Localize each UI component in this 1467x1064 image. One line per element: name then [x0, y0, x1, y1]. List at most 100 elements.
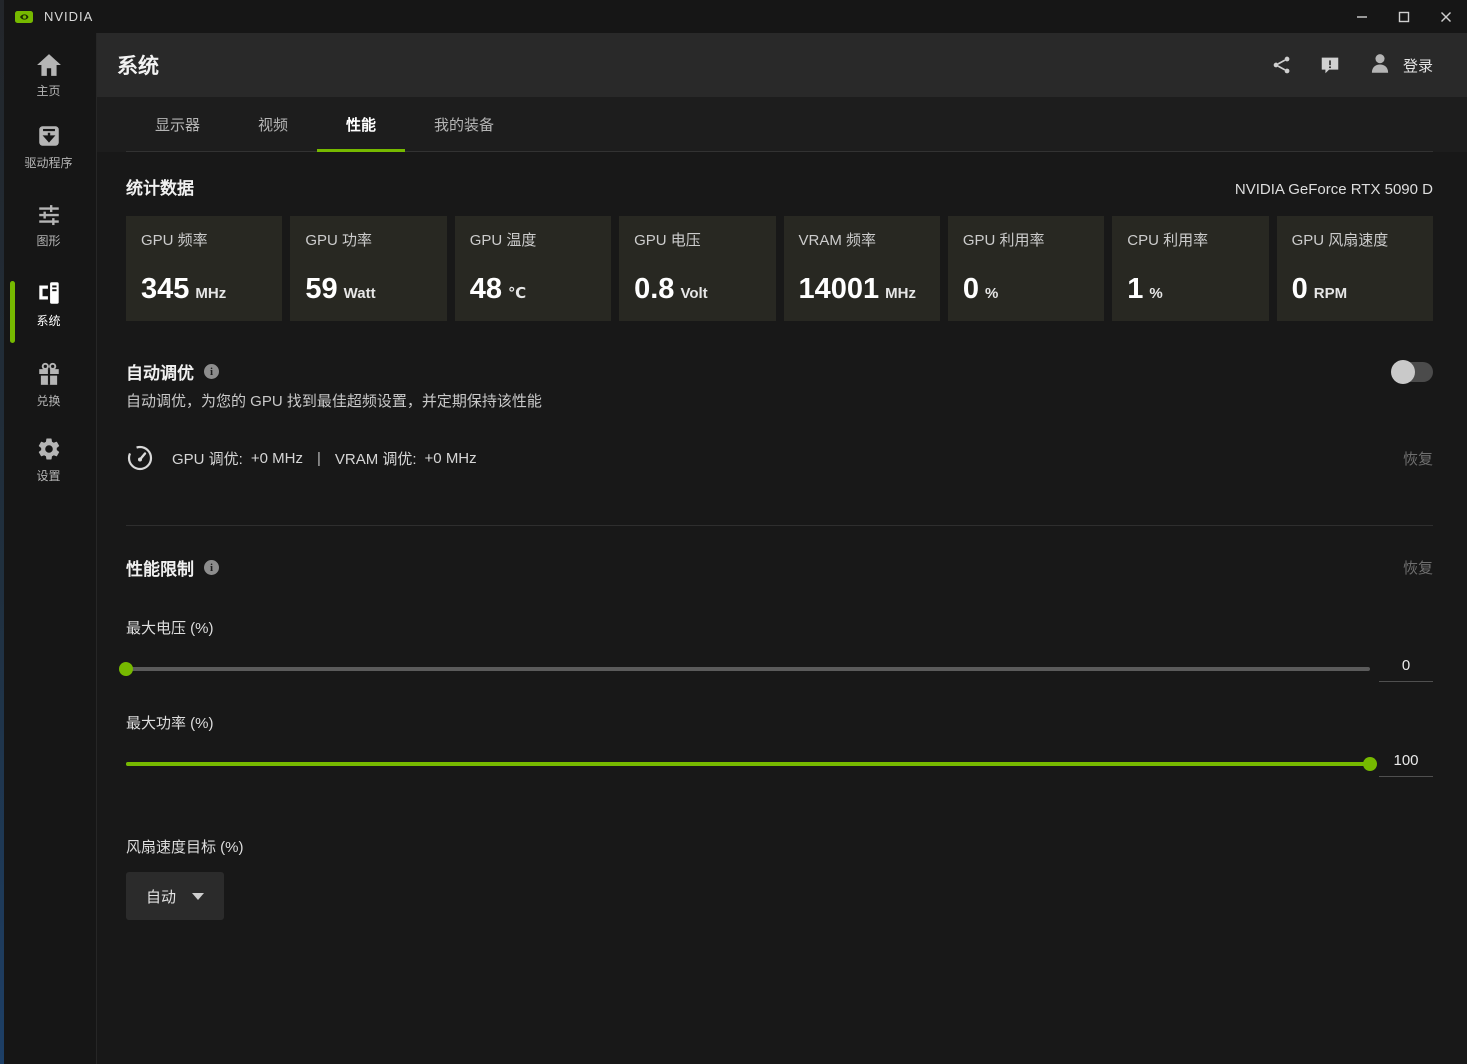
tab-label: 性能 — [346, 114, 376, 135]
performance-limits-restore-button[interactable]: 恢复 — [1403, 557, 1433, 578]
stat-label: GPU 风扇速度 — [1292, 229, 1418, 250]
toggle-knob — [1391, 360, 1415, 384]
gpu-tune-value: +0 MHz — [251, 450, 303, 467]
stat-label: VRAM 频率 — [799, 229, 925, 250]
page-header: 系统 登录 — [97, 33, 1467, 97]
tune-separator: | — [317, 450, 321, 467]
sidebar-item-label: 设置 — [36, 467, 60, 484]
stat-card-fan-speed: GPU 风扇速度 0RPM — [1277, 216, 1433, 321]
max-voltage-slider: 0 — [126, 655, 1433, 683]
auto-tune-description: 自动调优，为您的 GPU 找到最佳超频设置，并定期保持该性能 — [126, 390, 1433, 411]
tab-video[interactable]: 视频 — [229, 97, 317, 151]
sidebar: 主页 驱动程序 图形 — [0, 33, 97, 1064]
tab-performance[interactable]: 性能 — [317, 97, 405, 151]
auto-tune-restore-button[interactable]: 恢复 — [1403, 448, 1433, 469]
auto-tune-toggle[interactable] — [1393, 362, 1433, 382]
max-power-label: 最大功率 (%) — [126, 712, 1433, 733]
stat-value: 59 — [305, 273, 337, 306]
chevron-down-icon — [192, 893, 204, 900]
titlebar: NVIDIA — [0, 0, 1467, 33]
sidebar-item-label: 驱动程序 — [24, 154, 72, 171]
stat-unit: % — [985, 285, 998, 302]
stat-label: CPU 利用率 — [1127, 229, 1253, 250]
avatar-icon — [1367, 50, 1393, 81]
minimize-button[interactable] — [1341, 0, 1383, 33]
vram-tune-value: +0 MHz — [425, 450, 477, 467]
tabs-row: 显示器 视频 性能 我的装备 — [97, 97, 1467, 152]
sidebar-item-label: 系统 — [36, 312, 60, 329]
slider-thumb[interactable] — [1363, 757, 1377, 771]
redeem-gift-icon — [36, 361, 62, 387]
section-divider — [126, 525, 1433, 526]
feedback-icon[interactable] — [1319, 54, 1341, 76]
stat-label: GPU 功率 — [305, 229, 431, 250]
sidebar-item-graphics[interactable]: 图形 — [0, 201, 97, 249]
stat-label: GPU 电压 — [634, 229, 760, 250]
stat-unit: Volt — [680, 285, 707, 302]
vram-tune-label: VRAM 调优: — [335, 448, 417, 469]
max-power-value[interactable]: 100 — [1379, 752, 1433, 777]
slider-track[interactable] — [126, 762, 1370, 766]
info-icon[interactable]: i — [204, 364, 219, 379]
auto-tune-heading: 自动调优 — [126, 359, 194, 384]
fan-speed-selected: 自动 — [146, 886, 176, 907]
stat-cards: GPU 频率 345 MHz GPU 功率 59 Watt GPU 温度 48 ℃ G… — [126, 216, 1433, 321]
stat-value: 0.8 — [634, 273, 674, 306]
graphics-sliders-icon — [36, 201, 62, 227]
stat-value: 0 — [963, 273, 979, 306]
login-label: 登录 — [1403, 55, 1433, 76]
stat-unit: Watt — [344, 285, 376, 302]
stat-unit: ℃ — [508, 284, 526, 302]
stat-value: 1 — [1127, 273, 1143, 306]
sidebar-item-redeem[interactable]: 兑换 — [0, 361, 97, 409]
performance-panel: 统计数据 NVIDIA GeForce RTX 5090 D GPU 频率 34… — [97, 152, 1467, 1064]
stat-unit: MHz — [195, 285, 226, 302]
stat-card-vram-clock: VRAM 频率 14001 MHz — [784, 216, 940, 321]
stat-value: 345 — [141, 273, 189, 306]
sidebar-item-drivers[interactable]: 驱动程序 — [0, 123, 97, 171]
stat-card-gpu-clock: GPU 频率 345 MHz — [126, 216, 282, 321]
sidebar-item-label: 图形 — [36, 232, 60, 249]
nvidia-logo-icon — [14, 10, 34, 24]
share-icon[interactable] — [1271, 54, 1293, 76]
stats-heading: 统计数据 — [126, 174, 194, 199]
app-title: NVIDIA — [44, 9, 93, 24]
sidebar-item-home[interactable]: 主页 — [0, 53, 97, 99]
stat-unit: RPM — [1314, 285, 1347, 302]
gpu-name: NVIDIA GeForce RTX 5090 D — [1235, 181, 1433, 198]
sidebar-item-system[interactable]: 系统 — [0, 279, 97, 329]
slider-fill — [126, 762, 1370, 766]
stat-value: 14001 — [799, 273, 880, 306]
stat-label: GPU 温度 — [470, 229, 596, 250]
fan-speed-dropdown[interactable]: 自动 — [126, 872, 224, 920]
home-icon — [36, 53, 62, 77]
max-voltage-value[interactable]: 0 — [1379, 657, 1433, 682]
performance-limits-heading: 性能限制 — [126, 555, 194, 580]
sidebar-item-settings[interactable]: 设置 — [0, 436, 97, 484]
sidebar-item-label: 兑换 — [36, 392, 60, 409]
tab-my-rig[interactable]: 我的装备 — [405, 97, 523, 151]
close-button[interactable] — [1425, 0, 1467, 33]
gpu-tune-label: GPU 调优: — [172, 448, 243, 469]
tab-label: 显示器 — [155, 114, 200, 135]
max-power-slider: 100 — [126, 750, 1433, 778]
slider-thumb[interactable] — [119, 662, 133, 676]
stat-card-gpu-voltage: GPU 电压 0.8 Volt — [619, 216, 775, 321]
tab-display[interactable]: 显示器 — [126, 97, 229, 151]
tab-label: 视频 — [258, 114, 288, 135]
stat-value: 48 — [470, 273, 502, 306]
stat-label: GPU 频率 — [141, 229, 267, 250]
stat-label: GPU 利用率 — [963, 229, 1089, 250]
login-button[interactable]: 登录 — [1367, 50, 1433, 81]
stat-unit: % — [1149, 285, 1162, 302]
stat-card-cpu-util: CPU 利用率 1% — [1112, 216, 1268, 321]
stat-card-gpu-power: GPU 功率 59 Watt — [290, 216, 446, 321]
system-icon — [35, 279, 63, 307]
driver-download-icon — [36, 123, 62, 149]
max-voltage-label: 最大电压 (%) — [126, 617, 1433, 638]
info-icon[interactable]: i — [204, 560, 219, 575]
slider-track[interactable] — [126, 667, 1370, 671]
maximize-button[interactable] — [1383, 0, 1425, 33]
gauge-icon — [126, 444, 154, 472]
stat-unit: MHz — [885, 285, 916, 302]
